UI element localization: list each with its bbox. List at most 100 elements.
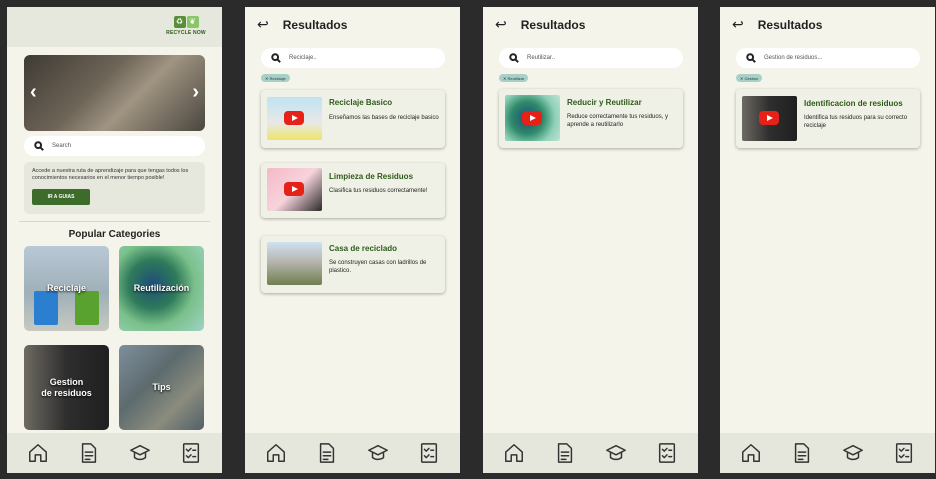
home-header: ♻ ❦ RECYCLE NOW [7,7,222,47]
result-card[interactable]: Casa de reciclado Se construyen casas co… [261,236,445,293]
nav-learning[interactable] [127,440,153,466]
results-header: ↩ Resultados [245,7,460,42]
card-description: Se construyen casas con ladrillos de pla… [329,260,427,274]
nav-learning[interactable] [840,440,866,466]
chip-label: Reciclaje [269,75,286,81]
category-label: Tips [152,382,171,393]
nav-documents[interactable] [76,440,102,466]
category-reutilizacion[interactable]: Reutilización [119,246,204,331]
go-to-guides-button[interactable]: IR A GUIAS [32,188,90,205]
filter-chip[interactable]: ✕ Reciclaje [261,74,290,82]
category-reciclaje[interactable]: Reciclaje [24,246,109,331]
checklist-icon [656,442,678,464]
nav-documents[interactable] [789,440,815,466]
card-description: Clasifica tus residuos correctamente! [329,188,428,194]
search-placeholder: Search [52,143,72,149]
leaf-logo-icon: ❦ [186,16,199,28]
video-thumbnail[interactable] [267,242,322,285]
nav-home[interactable] [738,440,764,466]
youtube-play-icon[interactable] [284,182,304,196]
search-placeholder: Gestion de residuos... [764,55,823,61]
home-icon [503,442,525,464]
results-screen-gestion: ↩ Resultados Gestion de residuos... ✕ Ge… [720,7,935,473]
search-placeholder: Reciclaje.. [289,55,317,61]
graduation-cap-icon [367,442,389,464]
checklist-icon [180,442,202,464]
search-input[interactable]: Reciclaje.. [261,48,445,68]
results-screen-reciclaje: ↩ Resultados Reciclaje.. ✕ Reciclaje Rec… [245,7,460,473]
card-description: Reduce correctamente tus residuos, y apr… [567,114,669,128]
category-label: Reutilización [133,283,190,294]
document-icon [78,442,100,464]
popular-categories-title: Popular Categories [68,229,161,240]
results-header: ↩ Resultados [483,7,698,42]
learning-path-card: Accede a nuestra ruta de aprendizaje par… [24,162,205,214]
banner-carousel[interactable]: ‹ › [24,55,205,131]
video-thumbnail[interactable] [267,97,322,140]
nav-home[interactable] [501,440,527,466]
result-card[interactable]: Reducir y Reutilizar Reduce correctament… [499,89,683,148]
search-input[interactable]: Search [24,136,205,156]
category-tips[interactable]: Tips [119,345,204,430]
blue-bin-shape [34,291,58,325]
logo-text: RECYCLE NOW [166,30,206,36]
results-screen-reutilizar: ↩ Resultados Reutilizar.. ✕ Reutilizar R… [483,7,698,473]
back-arrow-icon[interactable]: ↩ [257,16,269,33]
nav-home[interactable] [263,440,289,466]
category-gestion-de-residuos[interactable]: Gestion de residuos [24,345,109,430]
nav-checklist[interactable] [891,440,917,466]
filter-chip[interactable]: ✕ Gestion [736,74,763,82]
chevron-left-icon[interactable]: ‹ [30,81,37,104]
search-icon [509,53,519,63]
home-screen: ♻ ❦ RECYCLE NOW ‹ › Search Accede a nues… [7,7,222,473]
bottom-navigation [483,433,698,473]
youtube-play-icon[interactable] [284,111,304,125]
result-card[interactable]: Identificacion de residuos Identifica tu… [736,89,920,148]
bottom-navigation [720,433,935,473]
card-title: Reducir y Reutilizar [567,98,642,107]
card-description: Enseñamos las bases de reciclaje basico [329,115,439,121]
back-arrow-icon[interactable]: ↩ [495,16,507,33]
nav-documents[interactable] [552,440,578,466]
search-icon [34,141,44,151]
nav-learning[interactable] [365,440,391,466]
result-card[interactable]: Reciclaje Basico Enseñamos las bases de … [261,90,445,148]
search-icon [746,53,756,63]
page-title: Resultados [520,17,586,32]
filter-chip[interactable]: ✕ Reutilizar [499,74,529,82]
card-title: Casa de reciclado [329,244,398,253]
back-arrow-icon[interactable]: ↩ [732,16,744,33]
search-icon [271,53,281,63]
nav-checklist[interactable] [654,440,680,466]
youtube-play-icon[interactable] [522,111,542,125]
home-icon [27,442,49,464]
graduation-cap-icon [842,442,864,464]
video-thumbnail[interactable] [267,168,322,211]
result-card[interactable]: Limpieza de Residuos Clasifica tus resid… [261,163,445,218]
chevron-right-icon[interactable]: › [192,81,199,104]
video-thumbnail[interactable] [742,96,797,141]
video-thumbnail[interactable] [505,95,560,141]
graduation-cap-icon [129,442,151,464]
nav-documents[interactable] [314,440,340,466]
nav-home[interactable] [25,440,51,466]
document-icon [316,442,338,464]
card-title: Identificacion de residuos [804,99,903,108]
card-title: Limpieza de Residuos [329,172,414,181]
graduation-cap-icon [605,442,627,464]
document-icon [791,442,813,464]
checklist-icon [418,442,440,464]
document-icon [554,442,576,464]
info-text: Accede a nuestra ruta de aprendizaje par… [32,168,189,182]
search-input[interactable]: Reutilizar.. [499,48,683,68]
nav-learning[interactable] [603,440,629,466]
results-header: ↩ Resultados [720,7,935,42]
search-input[interactable]: Gestion de residuos... [736,48,920,68]
divider [19,221,210,222]
category-label: Reciclaje [46,283,87,294]
youtube-play-icon[interactable] [759,111,779,125]
page-title: Resultados [282,17,348,32]
nav-checklist[interactable] [416,440,442,466]
green-bin-shape [75,291,99,325]
nav-checklist[interactable] [178,440,204,466]
